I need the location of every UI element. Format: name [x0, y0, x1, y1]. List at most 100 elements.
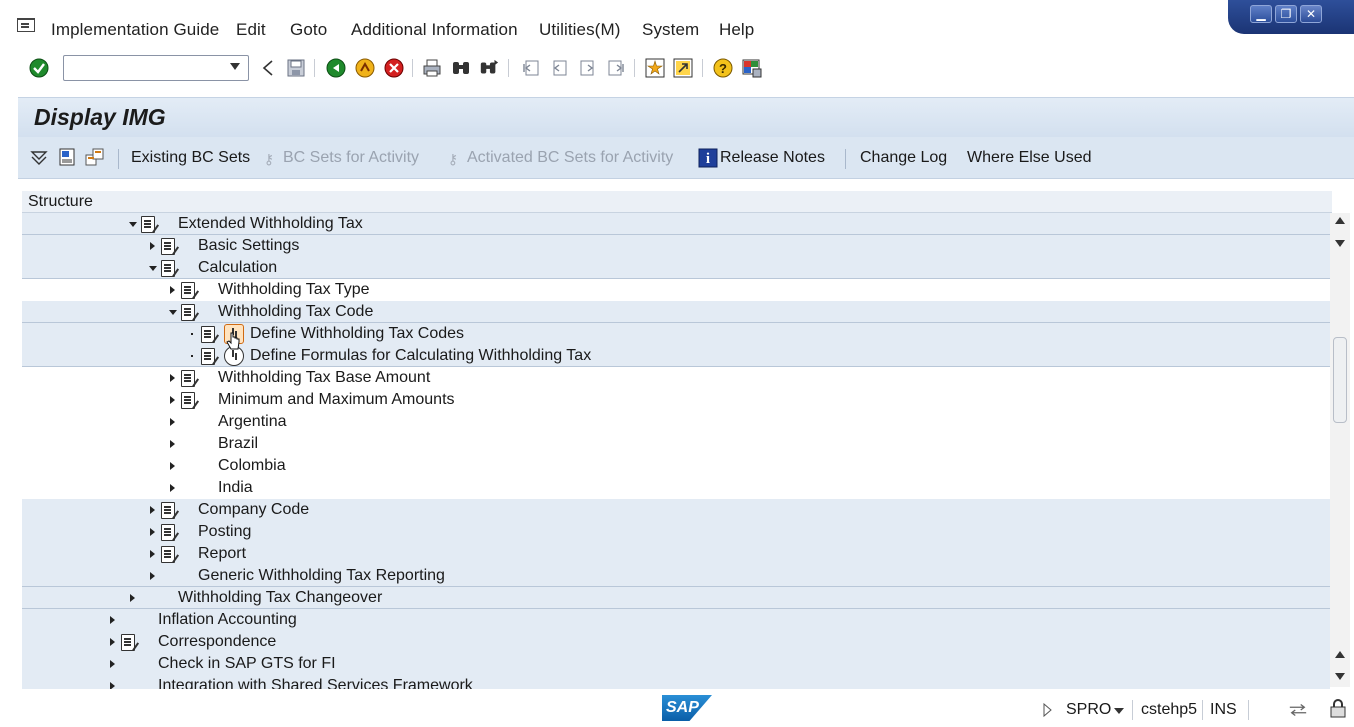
tree-node[interactable]: Withholding Tax Code [22, 301, 1330, 323]
tree-vertical-scrollbar[interactable] [1330, 213, 1350, 687]
expand-node-icon[interactable] [108, 631, 118, 653]
tree-node-label[interactable]: Integration with Shared Services Framewo… [158, 675, 473, 689]
expand-node-icon[interactable] [168, 389, 178, 411]
leaf-node-icon[interactable] [188, 323, 198, 345]
tree-node-label[interactable]: Extended Withholding Tax [178, 213, 363, 235]
documentation-icon[interactable] [160, 259, 180, 277]
tree-node-label[interactable]: Calculation [198, 257, 277, 279]
tree-node-label[interactable]: Argentina [218, 411, 287, 433]
tree-node-label[interactable]: Withholding Tax Code [218, 301, 373, 323]
documentation-icon[interactable] [160, 523, 180, 541]
tree-node[interactable]: Check in SAP GTS for FI [22, 653, 1330, 675]
menu-help[interactable]: Help [719, 20, 754, 40]
tree-node[interactable]: Generic Withholding Tax Reporting [22, 565, 1330, 587]
first-page-icon[interactable] [521, 58, 541, 78]
command-field[interactable] [63, 55, 249, 81]
tree-node-label[interactable]: Basic Settings [198, 235, 299, 257]
documentation-icon[interactable] [180, 303, 200, 321]
documentation-icon[interactable] [160, 501, 180, 519]
tree-node-label[interactable]: Define Withholding Tax Codes [250, 323, 464, 345]
find-next-icon[interactable] [479, 58, 499, 78]
tree-node[interactable]: Minimum and Maximum Amounts [22, 389, 1330, 411]
tree-node[interactable]: Basic Settings [22, 235, 1330, 257]
tree-node[interactable]: Withholding Tax Type [22, 279, 1330, 301]
expand-node-icon[interactable] [148, 543, 158, 565]
tree-node-label[interactable]: Brazil [218, 433, 258, 455]
scroll-thumb[interactable] [1333, 337, 1347, 423]
expand-node-icon[interactable] [168, 411, 178, 433]
documentation-icon[interactable] [180, 391, 200, 409]
create-session-icon[interactable] [645, 58, 665, 78]
command-field-dropdown-icon[interactable] [230, 63, 240, 70]
existing-bc-sets-button[interactable]: Existing BC Sets [131, 149, 250, 167]
tree-node-label[interactable]: Correspondence [158, 631, 276, 653]
documentation-icon[interactable] [160, 237, 180, 255]
expand-node-icon[interactable] [148, 565, 158, 587]
collapse-node-icon[interactable] [148, 257, 158, 279]
input-mode[interactable]: INS [1210, 701, 1237, 719]
exit-icon[interactable] [355, 58, 375, 78]
menu-additional-information[interactable]: Additional Information [351, 20, 518, 40]
shortcut-icon[interactable] [673, 58, 693, 78]
expand-node-icon[interactable] [148, 235, 158, 257]
close-icon[interactable]: ✕ [1300, 5, 1322, 23]
scroll-down-icon[interactable] [1335, 240, 1345, 247]
maximize-icon[interactable]: ❐ [1275, 5, 1297, 23]
tree-node-label[interactable]: Colombia [218, 455, 286, 477]
tree-node-label[interactable]: Withholding Tax Base Amount [218, 367, 430, 389]
back-arrow-icon[interactable] [258, 58, 278, 78]
next-page-icon[interactable] [578, 58, 598, 78]
documentation-icon[interactable] [160, 545, 180, 563]
tree-node[interactable]: Correspondence [22, 631, 1330, 653]
release-notes-button[interactable]: Release Notes [720, 149, 825, 167]
menu-goto[interactable]: Goto [290, 20, 327, 40]
expand-node-icon[interactable] [108, 675, 118, 689]
tree-node[interactable]: Calculation [22, 257, 1330, 279]
expand-subtree-icon[interactable] [29, 147, 49, 167]
transaction-dropdown-icon[interactable] [1114, 708, 1124, 714]
expand-node-icon[interactable] [108, 609, 118, 631]
where-used-icon[interactable] [85, 147, 105, 167]
tree-node[interactable]: Extended Withholding Tax [22, 213, 1330, 235]
enter-icon[interactable] [29, 58, 49, 78]
tree-node[interactable]: Company Code [22, 499, 1330, 521]
menu-implementation-guide[interactable]: Implementation Guide [51, 20, 219, 40]
status-expand-icon[interactable] [1037, 700, 1057, 720]
menu-edit[interactable]: Edit [236, 20, 266, 40]
activated-bc-sets-button[interactable]: Activated BC Sets for Activity [467, 149, 673, 167]
scroll-up-icon[interactable] [1335, 217, 1345, 224]
tree-node[interactable]: India [22, 477, 1330, 499]
documentation-icon[interactable] [57, 147, 77, 167]
tree-node-label[interactable]: Define Formulas for Calculating Withhold… [250, 345, 591, 367]
find-icon[interactable] [451, 58, 471, 78]
bc-sets-for-activity-button[interactable]: BC Sets for Activity [283, 149, 419, 167]
tree-node[interactable]: Define Withholding Tax Codes [22, 323, 1330, 345]
help-icon[interactable]: ? [713, 58, 733, 78]
collapse-node-icon[interactable] [128, 213, 138, 235]
documentation-icon[interactable] [200, 325, 220, 343]
expand-node-icon[interactable] [128, 587, 138, 609]
tree-node-label[interactable]: Withholding Tax Type [218, 279, 370, 301]
tree-node[interactable]: Withholding Tax Changeover [22, 587, 1330, 609]
tree-node[interactable]: Inflation Accounting [22, 609, 1330, 631]
tree-node[interactable]: Define Formulas for Calculating Withhold… [22, 345, 1330, 367]
previous-page-icon[interactable] [549, 58, 569, 78]
last-page-icon[interactable] [606, 58, 626, 78]
expand-node-icon[interactable] [168, 367, 178, 389]
tree-node-label[interactable]: Check in SAP GTS for FI [158, 653, 336, 675]
expand-node-icon[interactable] [168, 477, 178, 499]
minimize-icon[interactable]: ▁ [1250, 5, 1272, 23]
print-icon[interactable] [422, 58, 442, 78]
tree-node-label[interactable]: Report [198, 543, 246, 565]
tree-node-label[interactable]: Generic Withholding Tax Reporting [198, 565, 445, 587]
tree-node[interactable]: Brazil [22, 433, 1330, 455]
lock-icon[interactable] [1328, 698, 1348, 718]
tree-node[interactable]: Integration with Shared Services Framewo… [22, 675, 1330, 689]
tree-node[interactable]: Report [22, 543, 1330, 565]
tree-node-label[interactable]: Company Code [198, 499, 309, 521]
documentation-icon[interactable] [140, 215, 160, 233]
menu-system[interactable]: System [642, 20, 699, 40]
collapse-node-icon[interactable] [168, 301, 178, 323]
cancel-icon[interactable] [384, 58, 404, 78]
where-else-used-button[interactable]: Where Else Used [967, 149, 1092, 167]
